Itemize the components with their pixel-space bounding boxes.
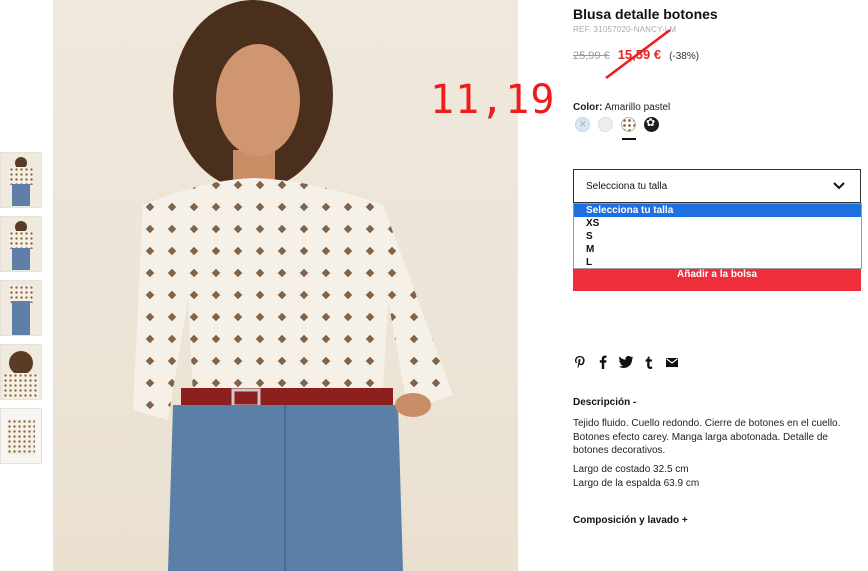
size-option-m[interactable]: M [574, 243, 861, 256]
composition-toggle[interactable]: Composición y lavado + [573, 515, 688, 526]
thumbnail-4[interactable] [0, 344, 42, 400]
selected-swatch-indicator [622, 138, 636, 140]
thumbnail-strip [0, 152, 42, 472]
measure-back-length: Largo de la espalda 63.9 cm [573, 478, 700, 489]
email-icon[interactable] [665, 355, 679, 369]
color-label: Color: Amarillo pastel [573, 102, 670, 113]
strikethrough-scribble [605, 29, 671, 79]
chevron-down-icon [833, 182, 845, 190]
size-option-s[interactable]: S [574, 230, 861, 243]
size-select[interactable]: Selecciona tu talla [573, 169, 861, 203]
description-text: Tejido fluido. Cuello redondo. Cierre de… [573, 418, 841, 456]
facebook-icon[interactable] [596, 355, 610, 369]
swatch-cream-print[interactable] [621, 117, 636, 132]
size-option-xs[interactable]: XS [574, 217, 861, 230]
color-value: Amarillo pastel [604, 102, 671, 113]
swatch-black-print[interactable] [644, 116, 659, 132]
color-swatches [575, 116, 667, 132]
thumbnail-5[interactable] [0, 408, 42, 464]
color-label-title: Color: [573, 102, 603, 113]
product-title: Blusa detalle botones [573, 6, 718, 22]
description-toggle[interactable]: Descripción - [573, 397, 636, 408]
thumbnail-1[interactable] [0, 152, 42, 208]
size-select-value: Selecciona tu talla [586, 180, 668, 192]
price-annotation: 11,19 [430, 77, 556, 123]
swatch-light-grey[interactable] [598, 117, 613, 132]
tumblr-icon[interactable] [642, 355, 656, 369]
share-icons [573, 355, 688, 369]
add-to-bag-button[interactable]: Añadir a la bolsa [573, 269, 861, 291]
pinterest-icon[interactable] [573, 355, 587, 369]
swatch-light-blue[interactable] [575, 116, 590, 132]
thumbnail-2[interactable] [0, 216, 42, 272]
size-option-l[interactable]: L [574, 256, 861, 269]
thumbnail-3[interactable] [0, 280, 42, 336]
size-option-placeholder[interactable]: Selecciona tu talla [574, 204, 861, 217]
twitter-icon[interactable] [619, 355, 633, 369]
size-dropdown: Selecciona tu talla XS S M L [573, 203, 862, 269]
measure-side-length: Largo de costado 32.5 cm [573, 464, 689, 475]
